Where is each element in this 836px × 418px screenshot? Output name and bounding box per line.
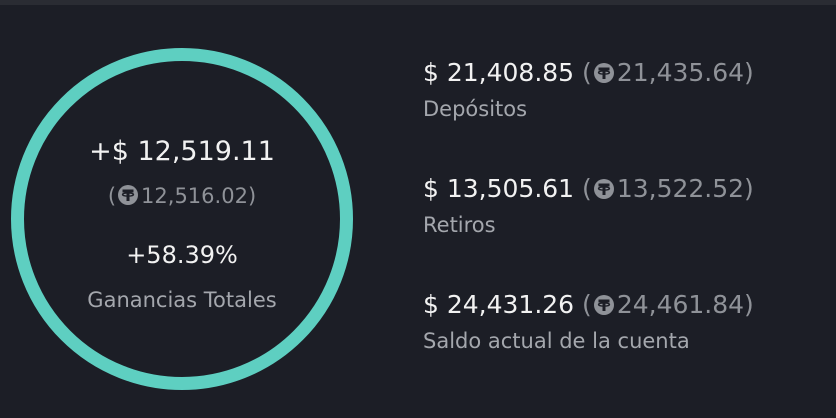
paren-open: ( xyxy=(107,184,117,208)
stat-deposits: $ 21,408.85 (21,435.64) Depósitos xyxy=(423,58,754,121)
stat-usdt-group: (21,435.64) xyxy=(582,58,754,87)
stat-value: $ 13,505.61 (13,522.52) xyxy=(423,174,754,203)
paren-close: ) xyxy=(744,174,754,203)
paren-open: ( xyxy=(582,174,592,203)
paren-close: ) xyxy=(744,58,754,87)
stat-label: Depósitos xyxy=(423,97,528,121)
paren-open: ( xyxy=(582,58,592,87)
top-divider xyxy=(0,0,836,5)
stat-usdt-group: (13,522.52) xyxy=(582,174,754,203)
stat-value: $ 24,431.26 (24,461.84) xyxy=(423,290,754,319)
paren-open: ( xyxy=(582,290,592,319)
total-profit-label: Ganancias Totales xyxy=(87,288,277,312)
paren-close: ) xyxy=(247,184,257,208)
stat-usd: $ 24,431.26 xyxy=(423,290,575,319)
total-profit-usdt: (12,516.02) xyxy=(11,184,353,208)
total-profit-usd: +$ 12,519.11 xyxy=(89,136,275,167)
stat-usd: $ 13,505.61 xyxy=(423,174,575,203)
stat-balance: $ 24,431.26 (24,461.84) Saldo actual de … xyxy=(423,290,754,353)
tether-icon xyxy=(593,295,614,315)
stat-usdt-group: (24,461.84) xyxy=(582,290,754,319)
tether-icon xyxy=(593,179,614,199)
stat-usdt: 13,522.52 xyxy=(616,174,745,203)
stat-value: $ 21,408.85 (21,435.64) xyxy=(423,58,754,87)
paren-close: ) xyxy=(744,290,754,319)
account-summary-screen: +$ 12,519.11 (12,516.02) +58.39% Gananci… xyxy=(0,0,836,418)
profit-summary: +$ 12,519.11 (12,516.02) +58.39% Gananci… xyxy=(11,48,353,390)
stat-usdt: 21,435.64 xyxy=(616,58,745,87)
total-profit-percent: +58.39% xyxy=(126,241,238,269)
stat-usdt: 24,461.84 xyxy=(616,290,745,319)
tether-icon xyxy=(593,63,614,83)
stat-label: Retiros xyxy=(423,213,496,237)
profit-usdt-value: 12,516.02 xyxy=(141,184,248,208)
stat-withdrawals: $ 13,505.61 (13,522.52) Retiros xyxy=(423,174,754,237)
tether-icon xyxy=(118,185,139,205)
stat-usd: $ 21,408.85 xyxy=(423,58,575,87)
stat-label: Saldo actual de la cuenta xyxy=(423,329,690,353)
